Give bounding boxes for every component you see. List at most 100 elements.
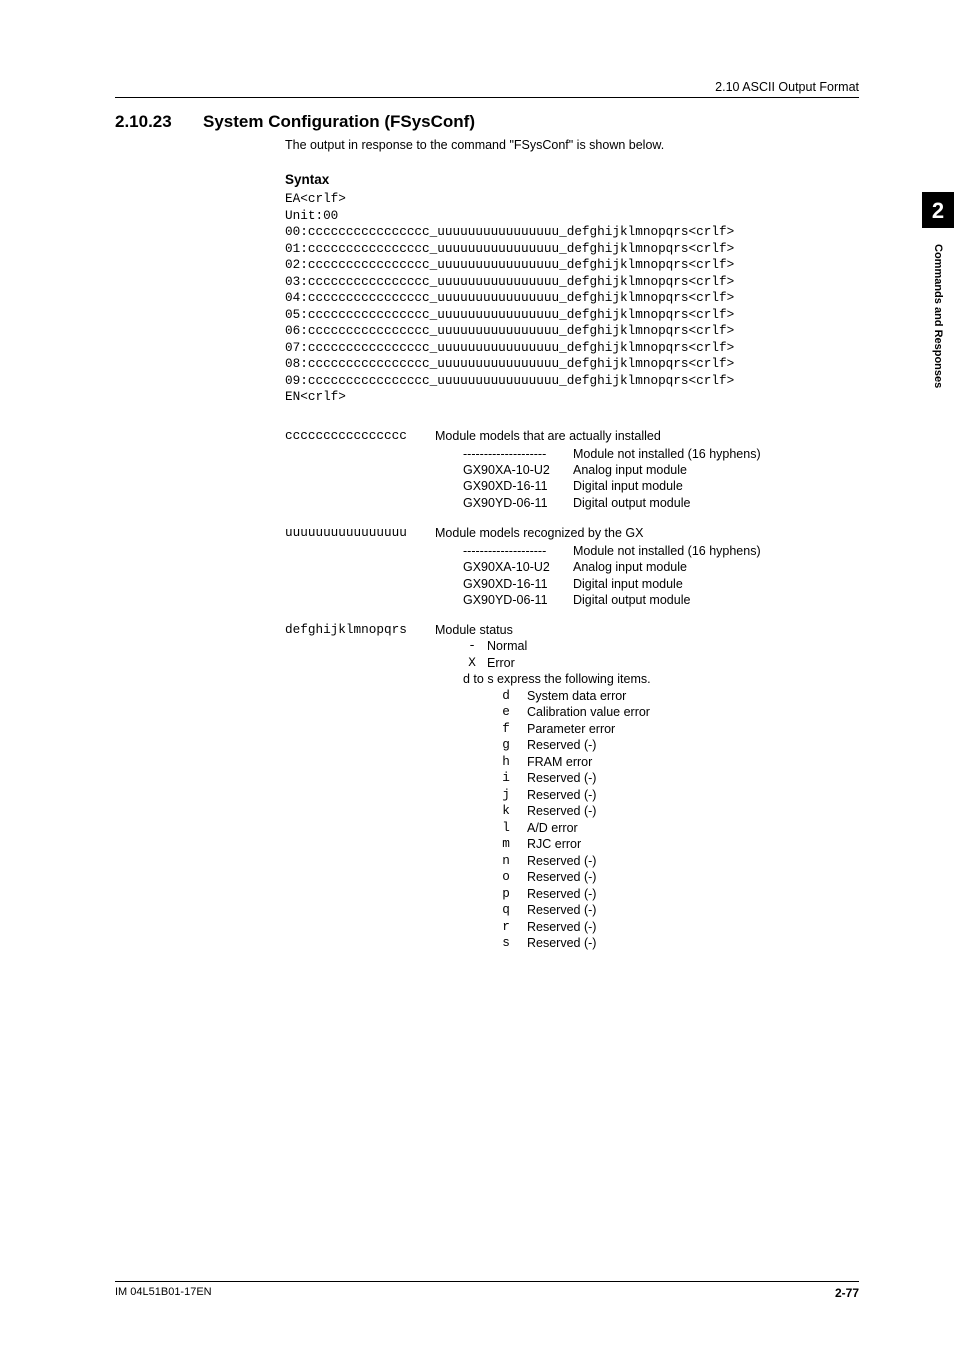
status-char-row: m RJC error bbox=[497, 836, 859, 853]
definition-body: Module models that are actually installe… bbox=[435, 428, 859, 511]
char-label: RJC error bbox=[527, 836, 581, 853]
definition-title: Module models that are actually installe… bbox=[435, 428, 859, 444]
status-legend-row: -Normal bbox=[463, 638, 859, 655]
section-body: The output in response to the command "F… bbox=[285, 138, 859, 952]
char-label: Parameter error bbox=[527, 721, 615, 738]
intro-text: The output in response to the command "F… bbox=[285, 138, 859, 152]
char-label: Reserved (-) bbox=[527, 886, 596, 903]
definition-row: ccccccccccccccccModule models that are a… bbox=[285, 428, 859, 511]
char-symbol: n bbox=[497, 853, 515, 870]
module-desc: Digital input module bbox=[573, 478, 859, 494]
definition-subrow: --------------------Module not installed… bbox=[463, 446, 859, 462]
module-desc: Module not installed (16 hyphens) bbox=[573, 543, 859, 559]
char-label: Reserved (-) bbox=[527, 869, 596, 886]
status-title: Module status bbox=[435, 622, 859, 638]
char-label: Reserved (-) bbox=[527, 737, 596, 754]
definition-subrow: GX90YD-06-11Digital output module bbox=[463, 592, 859, 608]
status-definition: defghijklmnopqrs Module status -NormalXE… bbox=[285, 622, 859, 952]
module-desc: Digital output module bbox=[573, 592, 859, 608]
footer-right: 2-77 bbox=[835, 1286, 859, 1300]
status-char-row: g Reserved (-) bbox=[497, 737, 859, 754]
char-symbol: r bbox=[497, 919, 515, 936]
status-char-row: n Reserved (-) bbox=[497, 853, 859, 870]
module-code: -------------------- bbox=[463, 543, 573, 559]
section-number: 2.10.23 bbox=[115, 112, 203, 132]
definition-subrow: GX90XA-10-U2Analog input module bbox=[463, 559, 859, 575]
char-symbol: q bbox=[497, 902, 515, 919]
page: 2.10 ASCII Output Format 2.10.23 System … bbox=[0, 0, 954, 1350]
char-label: Reserved (-) bbox=[527, 853, 596, 870]
char-label: Reserved (-) bbox=[527, 935, 596, 952]
chapter-tab: 2 bbox=[922, 192, 954, 228]
char-label: Reserved (-) bbox=[527, 787, 596, 804]
module-desc: Digital output module bbox=[573, 495, 859, 511]
char-label: A/D error bbox=[527, 820, 578, 837]
definition-key: cccccccccccccccc bbox=[285, 428, 435, 443]
char-label: Reserved (-) bbox=[527, 770, 596, 787]
char-symbol: e bbox=[497, 704, 515, 721]
char-symbol: l bbox=[497, 820, 515, 837]
definition-title: Module models recognized by the GX bbox=[435, 525, 859, 541]
breadcrumb: 2.10 ASCII Output Format bbox=[715, 80, 859, 94]
char-symbol: s bbox=[497, 935, 515, 952]
definition-key: uuuuuuuuuuuuuuuu bbox=[285, 525, 435, 540]
page-footer: IM 04L51B01-17EN 2-77 bbox=[115, 1281, 859, 1300]
definition-subrow: --------------------Module not installed… bbox=[463, 543, 859, 559]
status-note: d to s express the following items. bbox=[463, 671, 859, 687]
definition-subtable: --------------------Module not installed… bbox=[463, 446, 859, 511]
definition-subtable: --------------------Module not installed… bbox=[463, 543, 859, 608]
module-code: GX90XD-16-11 bbox=[463, 478, 573, 494]
char-symbol: h bbox=[497, 754, 515, 771]
status-char-row: o Reserved (-) bbox=[497, 869, 859, 886]
char-symbol: i bbox=[497, 770, 515, 787]
module-code: GX90XA-10-U2 bbox=[463, 559, 573, 575]
status-char-row: l A/D error bbox=[497, 820, 859, 837]
module-code: GX90XA-10-U2 bbox=[463, 462, 573, 478]
status-char-row: dSystem data error bbox=[497, 688, 859, 705]
status-legend: -NormalX Error bbox=[463, 638, 859, 671]
module-desc: Digital input module bbox=[573, 576, 859, 592]
module-desc: Module not installed (16 hyphens) bbox=[573, 446, 859, 462]
status-char-list: dSystem data erroreCalibration value err… bbox=[497, 688, 859, 952]
status-char-row: j Reserved (-) bbox=[497, 787, 859, 804]
section-heading: 2.10.23 System Configuration (FSysConf) bbox=[115, 112, 859, 132]
char-symbol: f bbox=[497, 721, 515, 738]
chapter-label: Commands and Responses bbox=[932, 244, 944, 388]
chapter-number: 2 bbox=[922, 200, 954, 222]
status-char-row: eCalibration value error bbox=[497, 704, 859, 721]
definition-subrow: GX90YD-06-11Digital output module bbox=[463, 495, 859, 511]
section-title: System Configuration (FSysConf) bbox=[203, 112, 475, 132]
status-char-row: hFRAM error bbox=[497, 754, 859, 771]
status-key: defghijklmnopqrs bbox=[285, 622, 435, 637]
char-symbol: j bbox=[497, 787, 515, 804]
definition-row: uuuuuuuuuuuuuuuuModule models recognized… bbox=[285, 525, 859, 608]
module-code: GX90YD-06-11 bbox=[463, 495, 573, 511]
char-symbol: p bbox=[497, 886, 515, 903]
status-char-row: i Reserved (-) bbox=[497, 770, 859, 787]
char-symbol: g bbox=[497, 737, 515, 754]
status-symbol: X bbox=[463, 655, 481, 672]
running-header: 2.10 ASCII Output Format bbox=[115, 80, 859, 98]
status-char-row: q Reserved (-) bbox=[497, 902, 859, 919]
definition-subrow: GX90XA-10-U2Analog input module bbox=[463, 462, 859, 478]
syntax-heading: Syntax bbox=[285, 172, 859, 187]
definition-body: Module models recognized by the GX ------… bbox=[435, 525, 859, 608]
char-label: Reserved (-) bbox=[527, 919, 596, 936]
status-char-row: r Reserved (-) bbox=[497, 919, 859, 936]
footer-left: IM 04L51B01-17EN bbox=[115, 1286, 212, 1300]
module-desc: Analog input module bbox=[573, 462, 859, 478]
definition-subrow: GX90XD-16-11Digital input module bbox=[463, 478, 859, 494]
module-code: -------------------- bbox=[463, 446, 573, 462]
char-symbol: m bbox=[497, 836, 515, 853]
module-code: GX90YD-06-11 bbox=[463, 592, 573, 608]
char-label: Reserved (-) bbox=[527, 803, 596, 820]
char-symbol: d bbox=[497, 688, 515, 705]
status-label: Error bbox=[487, 655, 515, 672]
status-legend-row: X Error bbox=[463, 655, 859, 672]
status-symbol: - bbox=[463, 638, 481, 655]
status-char-row: k Reserved (-) bbox=[497, 803, 859, 820]
char-symbol: k bbox=[497, 803, 515, 820]
char-label: Reserved (-) bbox=[527, 902, 596, 919]
definitions-table: ccccccccccccccccModule models that are a… bbox=[285, 428, 859, 609]
char-symbol: o bbox=[497, 869, 515, 886]
